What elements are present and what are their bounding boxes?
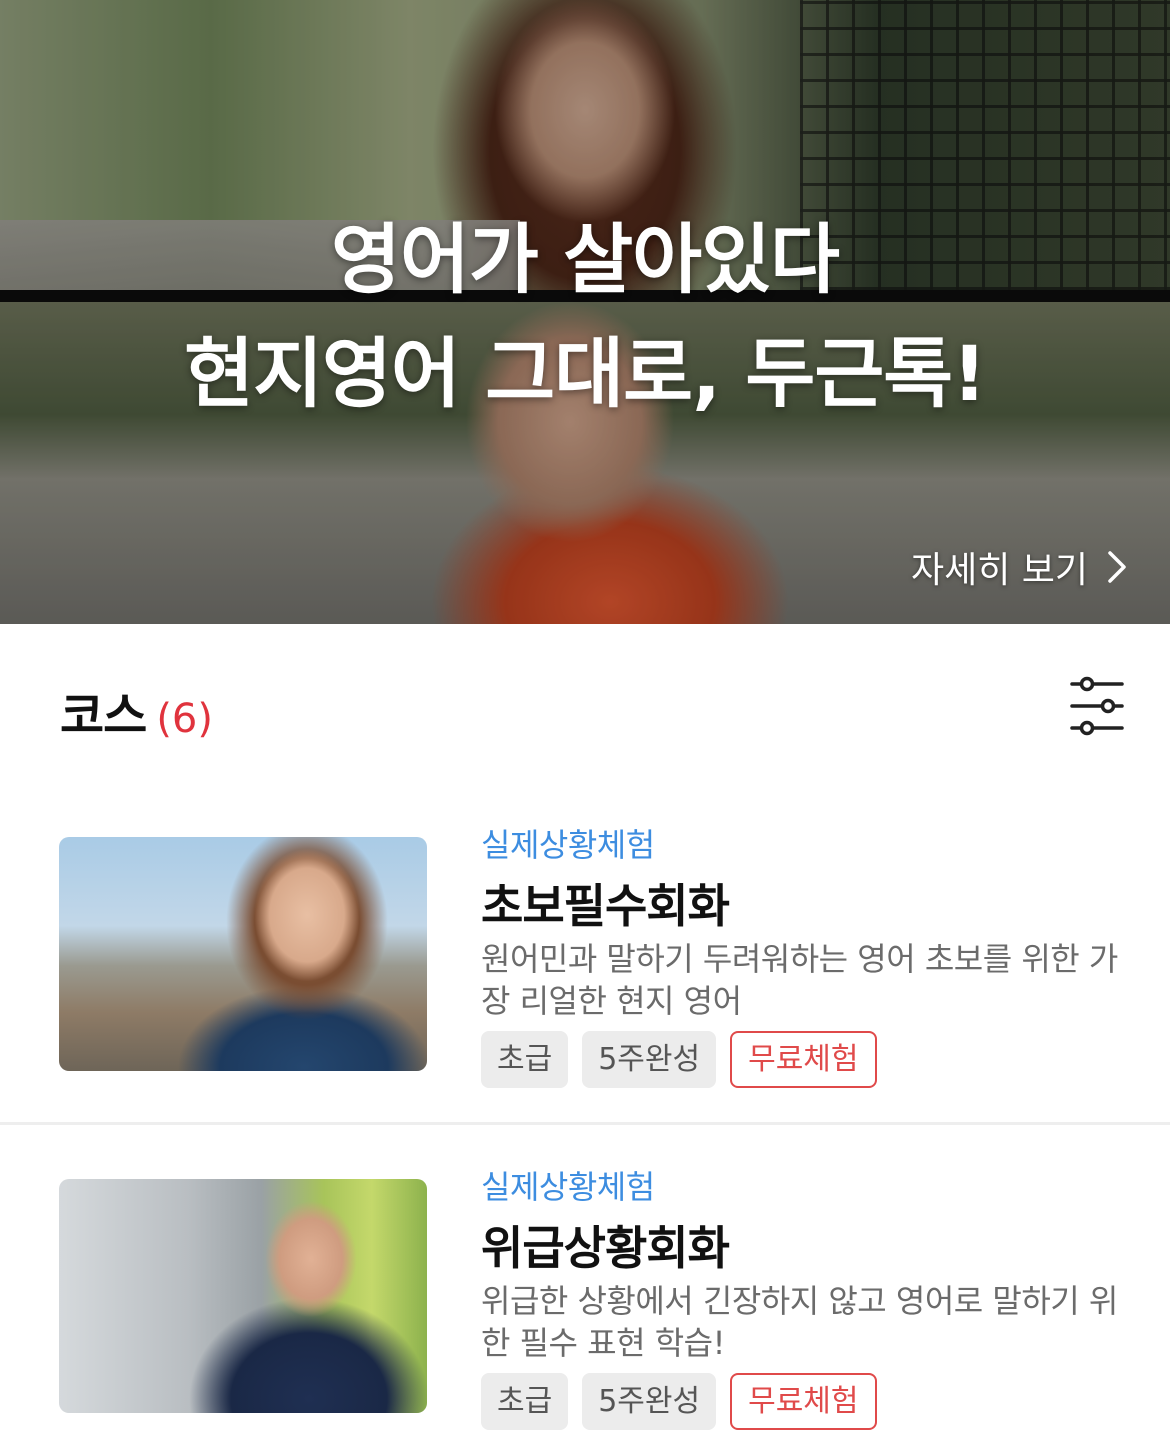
level-tag: 초급 — [481, 1373, 569, 1430]
course-card[interactable]: 실제상황체험 위급상황회화 위급한 상황에서 긴장하지 않고 영어로 말하기 위… — [0, 1154, 1170, 1444]
hero-banner[interactable]: 영어가 살아있다 현지영어 그대로, 두근톡! 자세히 보기 — [0, 0, 1170, 624]
hero-title-line2: 현지영어 그대로, 두근톡! — [184, 329, 987, 418]
free-trial-tag: 무료체험 — [730, 1031, 877, 1088]
duration-tag: 5주완성 — [582, 1373, 717, 1430]
course-card[interactable]: 실제상황체험 초보필수회화 원어민과 말하기 두려워하는 영어 초보를 위한 가… — [0, 812, 1170, 1112]
duration-tag: 5주완성 — [582, 1031, 717, 1088]
detail-view-label: 자세히 보기 — [910, 550, 1088, 591]
course-category: 실제상황체험 — [481, 826, 655, 864]
chevron-right-icon — [1108, 551, 1126, 583]
hero-title-line1: 영어가 살아있다 — [331, 215, 840, 304]
sliders-icon[interactable] — [1068, 676, 1126, 736]
courses-header: 코스 (6) — [60, 676, 213, 744]
level-tag: 초급 — [481, 1031, 569, 1088]
course-thumbnail — [59, 837, 427, 1071]
course-thumbnail — [59, 1179, 427, 1413]
course-title: 위급상황회화 — [481, 1221, 730, 1275]
course-title: 초보필수회화 — [481, 879, 730, 933]
course-description: 위급한 상황에서 긴장하지 않고 영어로 말하기 위한 필수 표현 학습! — [481, 1282, 1118, 1362]
divider — [0, 1122, 1170, 1125]
course-tags: 초급 5주완성 무료체험 — [481, 1031, 891, 1088]
course-category: 실제상황체험 — [481, 1168, 655, 1206]
course-description: 원어민과 말하기 두려워하는 영어 초보를 위한 가장 리얼한 현지 영어 — [481, 940, 1118, 1020]
course-count: (6) — [156, 696, 213, 742]
section-title: 코스 — [60, 688, 147, 744]
detail-view-link[interactable]: 자세히 보기 — [911, 542, 1130, 592]
course-tags: 초급 5주완성 무료체험 — [481, 1373, 891, 1430]
free-trial-tag: 무료체험 — [730, 1373, 877, 1430]
